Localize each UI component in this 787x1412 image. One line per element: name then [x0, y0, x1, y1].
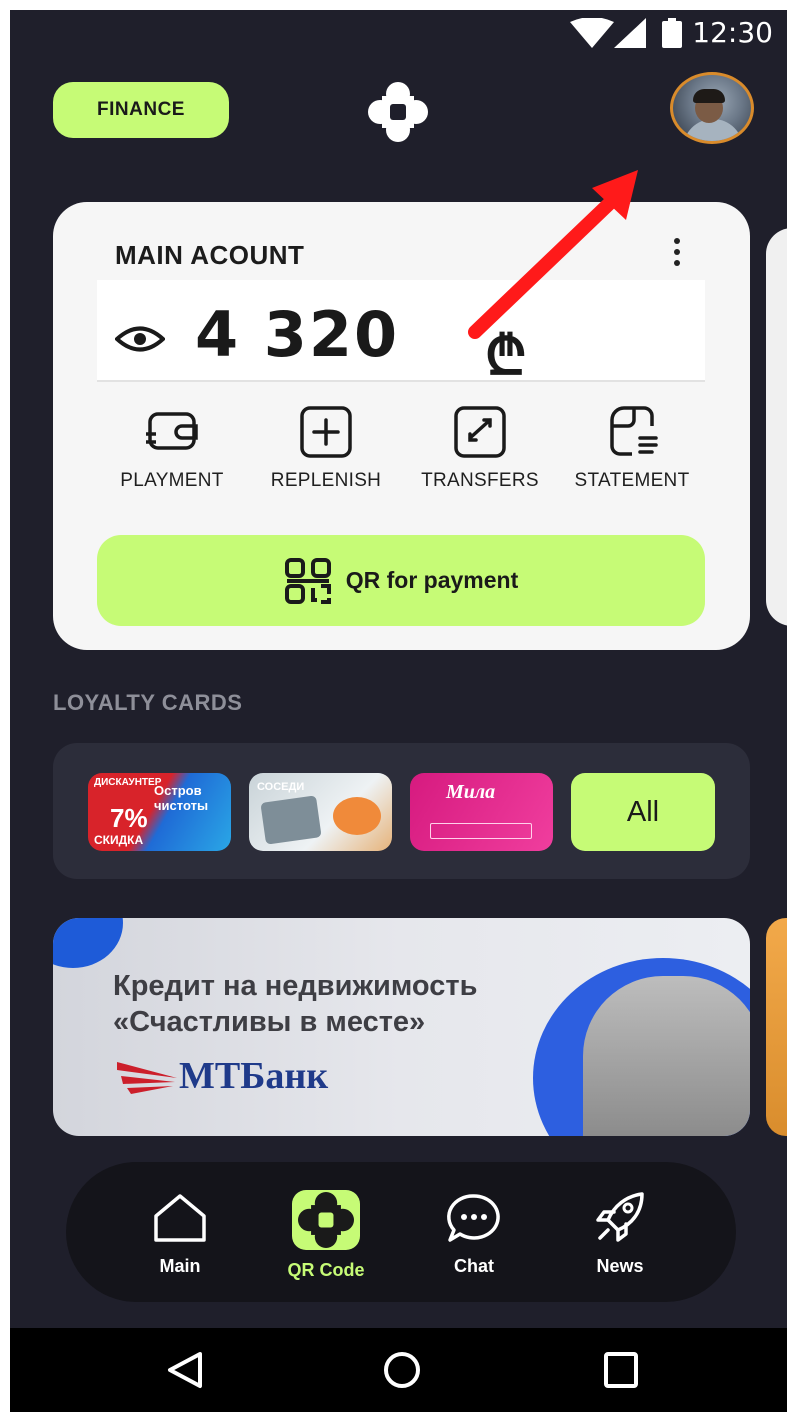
loyalty-card-name: Остров чистоты: [154, 783, 209, 813]
app-logo-icon: [368, 82, 428, 142]
finance-button[interactable]: FINANCE: [53, 82, 229, 138]
transfer-icon: [454, 406, 506, 458]
nav-main[interactable]: Main: [130, 1190, 230, 1277]
plus-square-icon: [300, 406, 352, 458]
nav-qr-code[interactable]: QR Code: [276, 1190, 376, 1281]
phone-screen: 12:30 FINANCE MAIN ACOUNT 4 320 ₾ PLAYME…: [10, 10, 787, 1412]
currency-symbol: ₾: [485, 324, 527, 387]
chat-icon: [447, 1194, 500, 1242]
card-thumbnail: [260, 795, 322, 845]
loyalty-card-top-text: Мила: [446, 781, 496, 803]
home-icon: [154, 1194, 206, 1242]
banner-decoration: [53, 918, 123, 968]
action-label: TRANSFERS: [421, 470, 539, 491]
statement-action[interactable]: STATEMENT: [557, 404, 707, 492]
nav-chat[interactable]: Chat: [424, 1190, 524, 1277]
loyalty-card-mila[interactable]: Мила: [410, 773, 553, 851]
family-photo: [583, 976, 750, 1136]
bank-logo: МТБанк: [117, 1054, 357, 1102]
loyalty-card-sosedi[interactable]: СОСЕДИ: [249, 773, 392, 851]
action-label: REPLENISH: [270, 470, 382, 491]
home-circle-icon[interactable]: [382, 1350, 422, 1390]
qr-payment-label: QR for payment: [345, 567, 519, 593]
loyalty-cards-panel: ДИСКАУНТЕР Остров чистоты 7% СКИДКА СОСЕ…: [53, 743, 750, 879]
nav-active-indicator: [292, 1190, 360, 1250]
balance-amount: 4 320: [195, 298, 400, 371]
main-account-card: MAIN ACOUNT 4 320 ₾ PLAYMENT REPLENISH T…: [53, 202, 750, 650]
payment-action[interactable]: PLAYMENT: [97, 404, 247, 492]
eye-icon[interactable]: [115, 324, 165, 354]
avatar-body: [683, 119, 743, 141]
status-bar: 12:30: [10, 10, 787, 58]
wallet-icon: [146, 412, 198, 450]
wifi-icon: [570, 18, 614, 48]
nav-label: QR Code: [287, 1260, 365, 1280]
loyalty-card-discount: 7%: [110, 803, 148, 833]
system-nav-bar: [10, 1328, 787, 1412]
next-account-card-peek[interactable]: [766, 228, 787, 626]
piggy-bank-icon: [333, 797, 381, 835]
replenish-action[interactable]: REPLENISH: [251, 404, 401, 492]
banner-title: Кредит на недвижимость «Счастливы в мест…: [113, 968, 573, 1040]
rocket-icon: [596, 1192, 644, 1242]
bottom-navigation: Main QR Code Chat News: [66, 1162, 736, 1302]
profile-avatar[interactable]: [670, 72, 754, 144]
transfers-action[interactable]: TRANSFERS: [405, 404, 555, 492]
card-pattern: [430, 823, 532, 839]
status-time: 12:30: [692, 16, 773, 49]
loyalty-card-ostrov[interactable]: ДИСКАУНТЕР Остров чистоты 7% СКИДКА: [88, 773, 231, 851]
nav-label: Main: [159, 1256, 201, 1276]
action-label: PLAYMENT: [120, 470, 224, 491]
banner-title-line2: «Счастливы в месте»: [113, 1006, 426, 1038]
statement-icon: [610, 406, 658, 456]
qr-logo-icon: [298, 1192, 354, 1248]
more-options-icon[interactable]: [671, 238, 683, 272]
all-cards-button[interactable]: All: [571, 773, 715, 851]
banner-title-line1: Кредит на недвижимость: [113, 970, 478, 1002]
qr-payment-button[interactable]: QR for payment: [97, 535, 705, 626]
nav-news[interactable]: News: [570, 1190, 670, 1277]
nav-label: Chat: [454, 1256, 494, 1276]
loyalty-card-top-text: ДИСКАУНТЕР: [94, 777, 162, 788]
loyalty-card-discount-caption: СКИДКА: [94, 833, 144, 847]
account-actions: PLAYMENT REPLENISH TRANSFERS STATEMENT: [97, 404, 705, 504]
loyalty-card-top-text: СОСЕДИ: [257, 781, 305, 793]
account-title: MAIN ACOUNT: [115, 240, 305, 270]
balance-box: 4 320 ₾: [97, 280, 705, 387]
avatar-hair: [693, 89, 725, 103]
battery-icon: [662, 18, 682, 48]
action-label: STATEMENT: [574, 470, 690, 491]
bank-wing-icon: [117, 1062, 177, 1094]
next-banner-peek[interactable]: [766, 918, 787, 1136]
bank-name: МТБанк: [179, 1055, 329, 1097]
loyalty-section-title: LOYALTY CARDS: [53, 690, 243, 715]
promo-banner[interactable]: Кредит на недвижимость «Счастливы в мест…: [53, 918, 750, 1136]
recent-apps-icon[interactable]: [602, 1350, 640, 1390]
signal-icon: [614, 18, 646, 48]
back-icon[interactable]: [166, 1350, 204, 1390]
qr-code-icon: [284, 557, 331, 604]
nav-label: News: [596, 1256, 644, 1276]
